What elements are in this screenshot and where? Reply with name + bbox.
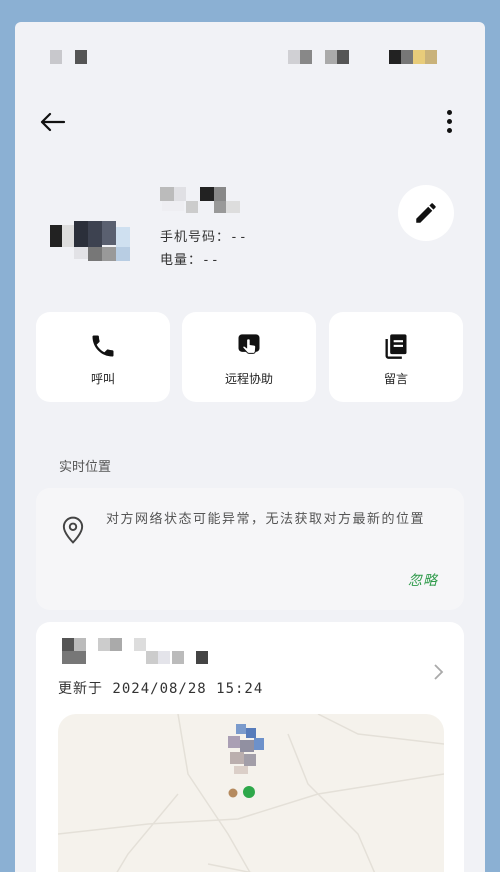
ignore-button[interactable]: 忽略 — [408, 570, 438, 590]
avatar-marker — [228, 724, 264, 774]
remote-assist-button[interactable]: 远程协助 — [182, 312, 316, 402]
arrow-left-icon — [40, 112, 66, 132]
message-button[interactable]: 留言 — [329, 312, 463, 402]
more-dot — [447, 128, 452, 133]
location-pin-icon — [60, 516, 86, 544]
edit-button[interactable] — [398, 185, 454, 241]
contact-name — [160, 182, 280, 222]
battery-line: 电量：-- — [160, 249, 220, 268]
device-name — [62, 638, 232, 668]
section-title: 实时位置 — [59, 460, 112, 475]
message-icon — [385, 334, 407, 359]
avatar — [45, 217, 145, 287]
status-pixel — [300, 50, 312, 64]
phone-icon — [92, 335, 114, 357]
current-location-dot — [243, 786, 255, 798]
status-pixel — [325, 50, 337, 64]
call-label: 呼叫 — [90, 372, 115, 386]
phone-line: 手机号码：-- — [160, 226, 248, 245]
status-pixel — [288, 50, 300, 64]
location-message: 对方网络状态可能异常，无法获取对方最新的位置 — [106, 512, 426, 527]
map-view[interactable] — [58, 714, 444, 872]
status-pixel — [413, 50, 425, 64]
status-pixel — [337, 50, 349, 64]
status-pixel — [425, 50, 437, 64]
battery-label: 电量： — [160, 253, 203, 268]
remote-assist-label: 远程协助 — [224, 372, 273, 386]
status-pixel — [75, 50, 87, 64]
status-pixel — [389, 50, 401, 64]
chevron-right-icon[interactable] — [428, 662, 448, 682]
phone-value: -- — [230, 230, 248, 245]
back-button[interactable] — [37, 107, 67, 137]
phone-label: 手机号码： — [160, 230, 231, 245]
battery-value: -- — [202, 253, 220, 268]
message-label: 留言 — [383, 372, 408, 386]
location-warning-card: 对方网络状态可能异常，无法获取对方最新的位置 忽略 — [36, 488, 464, 610]
updated-time: 更新于 2024/08/28 15:24 — [58, 681, 264, 697]
pencil-icon — [416, 203, 436, 223]
more-button[interactable] — [435, 107, 465, 137]
previous-location-dot — [228, 788, 238, 798]
status-bar — [15, 22, 485, 82]
status-pixel — [50, 50, 62, 64]
remote-assist-icon — [238, 334, 260, 354]
map-card[interactable]: 更新于 2024/08/28 15:24 — [36, 622, 464, 872]
call-button[interactable]: 呼叫 — [36, 312, 170, 402]
app-screen: 手机号码：-- 电量：-- 呼叫 远程协助 留言 实时位置 对方网络状态可能异常… — [15, 22, 485, 872]
more-dot — [447, 119, 452, 124]
status-pixel — [401, 50, 413, 64]
more-vertical-icon — [447, 110, 452, 115]
